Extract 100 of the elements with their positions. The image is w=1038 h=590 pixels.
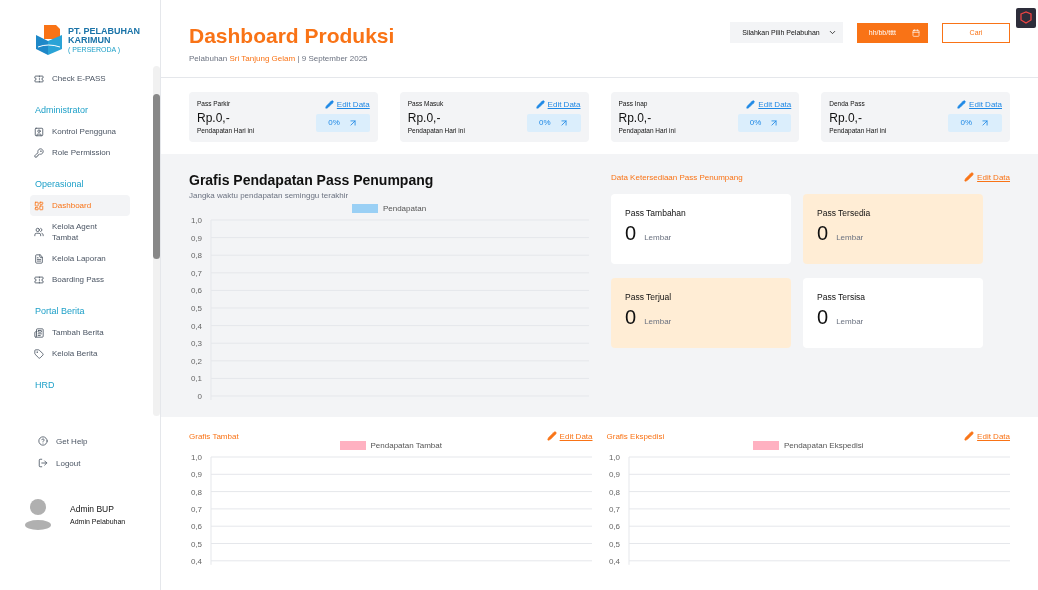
ticket-icon [34, 274, 44, 285]
legend-label: Pendapatan Tambat [370, 441, 442, 450]
pencil-icon [746, 100, 756, 109]
logo-icon [34, 23, 64, 57]
axis-tick-label: 0,5 [190, 539, 202, 549]
edit-link[interactable]: Edit Data [957, 100, 1002, 109]
pass-count: 0 [817, 306, 829, 329]
newspaper-icon [34, 327, 44, 338]
axis-tick-label: 0,9 [190, 470, 202, 480]
pencil-icon [546, 431, 557, 441]
dashboard-icon [34, 200, 44, 211]
axis-tick-label: 1,0 [190, 216, 202, 225]
help-icon [38, 436, 48, 446]
edit-link[interactable]: Edit Data [324, 100, 370, 109]
nav-section-title: Portal Berita [35, 306, 86, 316]
axis-tick-label: 0,5 [190, 304, 202, 313]
page-subtitle: Pelabuhan Sri Tanjung Gelam | 9 September 2025 [189, 54, 369, 63]
file-icon [34, 253, 44, 264]
chart-subtitle: Jangka waktu pendapatan seminggu terakhir [189, 191, 350, 200]
change-badge: 0% [316, 113, 370, 132]
stat-value: Rp.0,- [197, 111, 231, 125]
pass-label: Pass Terjual [625, 292, 673, 302]
tag-icon [34, 348, 44, 359]
axis-tick-label: 0,6 [608, 522, 620, 532]
pencil-icon [324, 100, 334, 109]
nav-item[interactable]: Role Permission [30, 142, 130, 163]
chevron-down-icon [827, 28, 837, 37]
nav-item[interactable]: Get Help [38, 430, 160, 452]
axis-tick-label: 0,4 [190, 321, 202, 331]
stat-value: Rp.0,- [618, 111, 653, 125]
axis-tick-label: 0,3 [190, 339, 202, 349]
axis-tick-label: 0,4 [190, 556, 202, 565]
pass-unit: Lembar [836, 233, 864, 242]
nav-item[interactable]: Boarding Pass [30, 269, 130, 290]
nav-item[interactable]: Kelola Laporan [30, 248, 130, 269]
debug-icon[interactable] [1016, 8, 1036, 28]
logo-text: PT. PELABUHAN [68, 26, 140, 36]
axis-tick-label: 0,6 [190, 286, 202, 296]
axis-tick-label: 0,6 [190, 522, 202, 532]
section-title: Data Ketersediaan Pass Penumpang [611, 172, 743, 182]
nav-section-title: Administrator [35, 105, 89, 115]
avatar-icon [24, 498, 52, 530]
nav-item[interactable]: Kontrol Pengguna [30, 121, 130, 142]
user-name: Admin BUP [70, 503, 115, 514]
pass-unit: Lembar [644, 233, 672, 242]
axis-tick-label: 0,7 [608, 504, 620, 514]
nav-section-title: Operasional [35, 179, 85, 189]
axis-tick-label: 1,0 [190, 453, 202, 462]
pencil-icon [964, 172, 975, 182]
axis-tick-label: 0,2 [190, 356, 202, 366]
nav-section-title: HRD [35, 380, 56, 390]
chart-title: Grafis Pendapatan Pass Penumpang [189, 172, 435, 188]
chart-title: Grafis Tambat [189, 431, 239, 441]
nav-item[interactable]: Logout [38, 452, 160, 474]
pencil-icon [964, 431, 975, 441]
pencil-icon [957, 100, 967, 109]
axis-tick-label: 0,8 [608, 487, 620, 497]
pass-count: 0 [817, 222, 829, 245]
pass-label: Pass Tersisa [817, 292, 867, 302]
scrollbar-thumb[interactable] [153, 94, 160, 259]
axis-tick-label: 0,4 [608, 556, 620, 565]
axis-tick-label: 0,8 [190, 251, 202, 261]
nav-item[interactable]: Kelola Berita [30, 343, 130, 364]
key-icon [34, 147, 44, 158]
edit-link[interactable]: Edit Data [746, 100, 792, 109]
pass-unit: Lembar [836, 317, 864, 326]
pass-label: Pass Tersedia [817, 208, 872, 218]
legend-label: Pendapatan Ekspedisi [783, 441, 864, 450]
arrow-up-right-icon [347, 117, 358, 128]
axis-tick-label: 0,7 [190, 504, 202, 514]
ticket-icon [34, 73, 44, 84]
axis-tick-label: 0 [197, 392, 202, 400]
change-badge: 0% [526, 113, 581, 132]
logo-text: KARIMUN [68, 35, 112, 45]
pencil-icon [535, 100, 545, 109]
change-badge: 0% [737, 113, 792, 132]
pass-unit: Lembar [644, 317, 672, 326]
axis-tick-label: 0,8 [190, 487, 202, 497]
axis-tick-label: 0,5 [608, 539, 620, 549]
pass-label: Pass Tambahan [625, 208, 687, 218]
pass-count: 0 [625, 306, 637, 329]
logout-icon [38, 458, 48, 468]
nav-item[interactable]: Check E-PASS [30, 68, 130, 89]
axis-tick-label: 0,7 [190, 268, 202, 278]
axis-tick-label: 0,9 [608, 470, 620, 480]
arrow-up-right-icon [980, 117, 990, 128]
users-icon [34, 227, 44, 237]
stat-value: Rp.0,- [407, 111, 442, 125]
page-title: Dashboard Produksi [189, 24, 395, 48]
legend-label: Pendapatan [382, 204, 427, 213]
axis-tick-label: 0,9 [190, 233, 202, 243]
pass-count: 0 [625, 222, 637, 245]
axis-tick-label: 0,1 [190, 374, 202, 384]
axis-tick-label: 1,0 [608, 453, 620, 462]
nav-item[interactable]: Tambah Berita [30, 322, 130, 343]
arrow-up-right-icon [558, 117, 569, 128]
arrow-up-right-icon [769, 117, 780, 128]
edit-link[interactable]: Edit Data [535, 100, 581, 109]
nav-item[interactable]: Kelola Agent Tambat [30, 216, 130, 248]
chart-title: Grafis Ekspedisi [606, 431, 665, 441]
